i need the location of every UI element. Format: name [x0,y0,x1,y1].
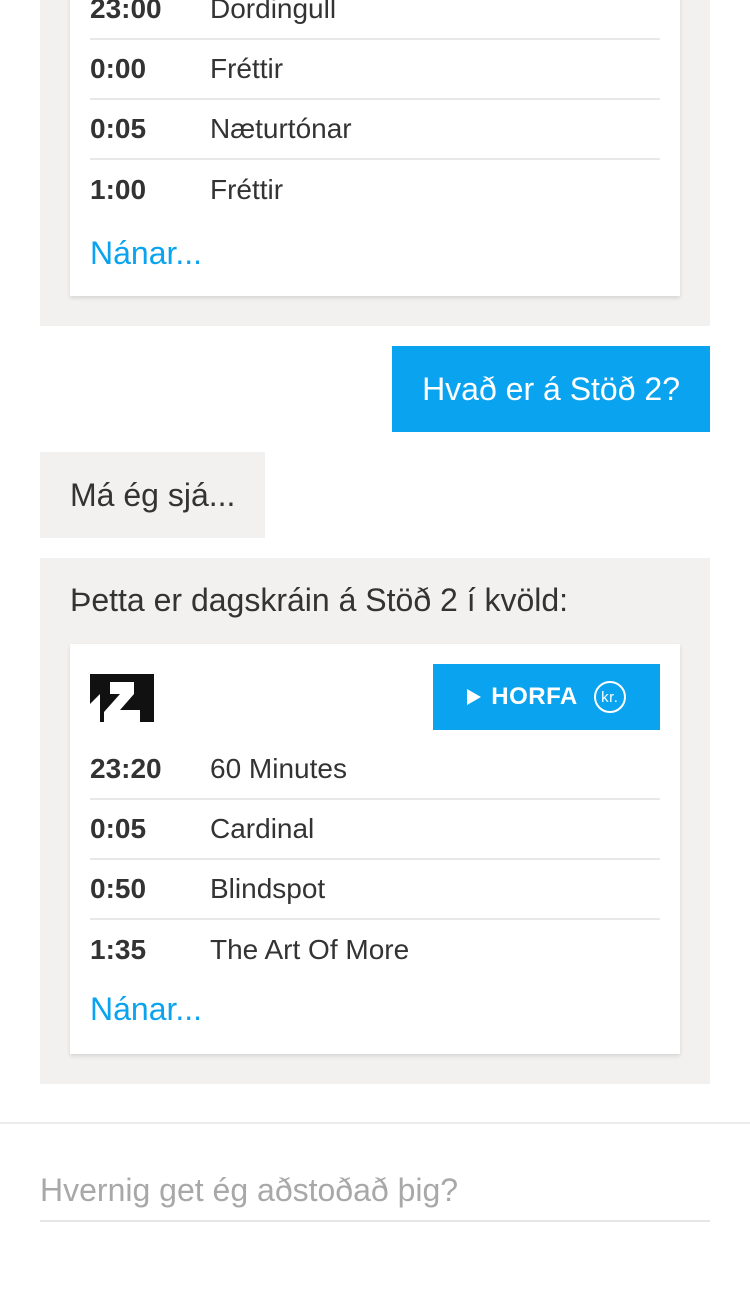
program-title: Fréttir [210,53,284,84]
schedule-row: 0:05 Næturtónar [90,100,660,160]
schedule-row: 0:05 Cardinal [90,800,660,860]
schedule-row: 1:35 The Art Of More [90,920,660,980]
schedule-list: 23:20 60 Minutes 0:05 Cardinal 0:50 Blin… [90,740,660,980]
program-time: 23:00 [90,0,162,24]
schedule-row: 0:00 Fréttir [90,40,660,100]
schedule-row: 0:50 Blindspot [90,860,660,920]
schedule-row: 1:00 Fréttir [90,160,660,220]
program-title: Fréttir [210,174,284,205]
bot-message-text: Má ég sjá... [40,452,266,538]
program-title: Cardinal [210,813,315,844]
schedule-list: 23:00 Dordingull 0:00 Fréttir 0:05 Nætur… [90,0,660,220]
watch-button-label: HORFA [491,683,578,710]
program-title: 60 Minutes [210,753,347,784]
bot-message-schedule-1: 23:00 Dordingull 0:00 Fréttir 0:05 Nætur… [40,0,710,326]
program-time: 0:00 [90,53,147,84]
schedule-card: HORFA kr. 23:20 60 Minutes 0:05 Cardinal… [70,644,680,1054]
program-time: 1:00 [90,174,147,205]
stod2-logo-icon [90,674,154,722]
program-title: Dordingull [210,0,337,24]
card-header: HORFA kr. [90,664,660,730]
program-title: The Art Of More [210,934,410,965]
watch-button[interactable]: HORFA kr. [433,664,660,730]
schedule-card: 23:00 Dordingull 0:00 Fréttir 0:05 Nætur… [70,0,680,296]
message-input[interactable] [40,1160,710,1222]
play-icon [467,689,482,705]
program-title: Næturtónar [210,113,352,144]
program-time: 1:35 [90,934,147,965]
program-title: Blindspot [210,873,326,904]
program-time: 0:05 [90,813,147,844]
message-composer [0,1122,750,1294]
program-time: 0:05 [90,113,147,144]
schedule-row: 23:00 Dordingull [90,0,660,40]
user-message: Hvað er á Stöð 2? [392,346,710,432]
more-link[interactable]: Nánar... [90,235,202,272]
schedule-row: 23:20 60 Minutes [90,740,660,800]
chat-window: 23:00 Dordingull 0:00 Fréttir 0:05 Nætur… [0,0,750,1294]
bot-message-schedule-2: Þetta er dagskráin á Stöð 2 í kvöld: HOR… [40,558,710,1084]
kr-badge-icon: kr. [593,681,626,713]
more-link[interactable]: Nánar... [90,991,202,1028]
schedule-intro: Þetta er dagskráin á Stöð 2 í kvöld: [70,582,569,618]
program-time: 23:20 [90,753,162,784]
program-time: 0:50 [90,873,147,904]
